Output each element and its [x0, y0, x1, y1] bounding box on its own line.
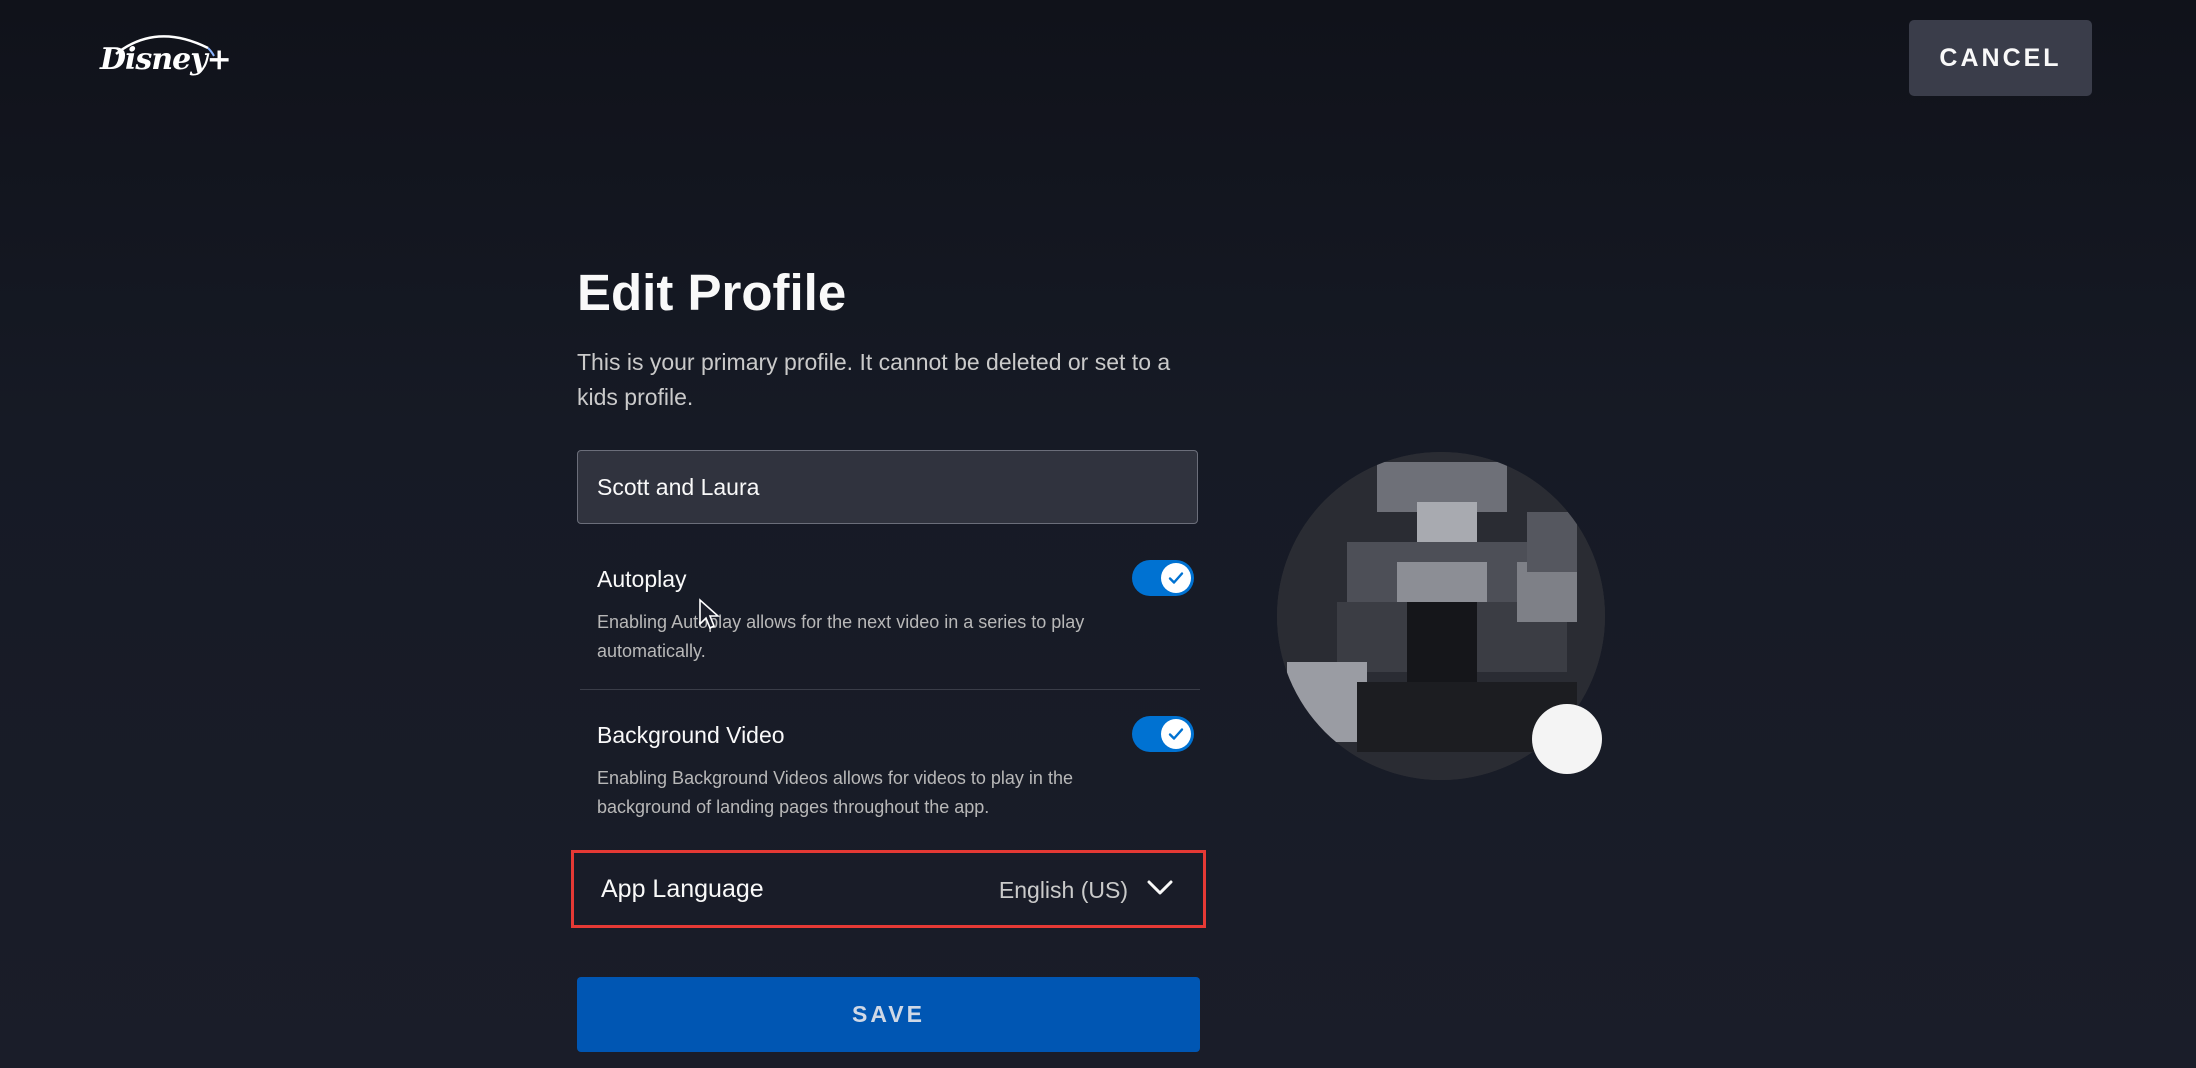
- check-icon: [1161, 563, 1191, 593]
- check-icon: [1161, 719, 1191, 749]
- autoplay-toggle[interactable]: [1132, 560, 1194, 596]
- app-language-label: App Language: [601, 875, 764, 903]
- autoplay-label: Autoplay: [597, 566, 687, 592]
- app-language-dropdown[interactable]: App Language English (US): [571, 850, 1206, 928]
- logo-text: Disney+: [100, 42, 232, 77]
- cancel-button[interactable]: CANCEL: [1909, 20, 2092, 96]
- app-language-value: English (US): [998, 877, 1128, 903]
- background-video-label: Background Video: [597, 722, 785, 748]
- profile-name-input[interactable]: [577, 450, 1198, 524]
- settings-divider: [580, 689, 1200, 690]
- save-button[interactable]: SAVE: [577, 977, 1200, 1052]
- chevron-down-icon: [1147, 880, 1173, 895]
- page-subtitle: This is your primary profile. It cannot …: [577, 349, 1171, 410]
- mouse-cursor-icon: [699, 598, 720, 630]
- edit-avatar-icon[interactable]: [1532, 704, 1602, 774]
- autoplay-description: Enabling Autoplay allows for the next vi…: [597, 612, 1085, 661]
- disney-plus-logo[interactable]: Disney+: [96, 26, 232, 94]
- background-video-toggle[interactable]: [1132, 716, 1194, 752]
- page-title: Edit Profile: [577, 264, 847, 321]
- background-video-description: Enabling Background Videos allows for vi…: [597, 768, 1073, 817]
